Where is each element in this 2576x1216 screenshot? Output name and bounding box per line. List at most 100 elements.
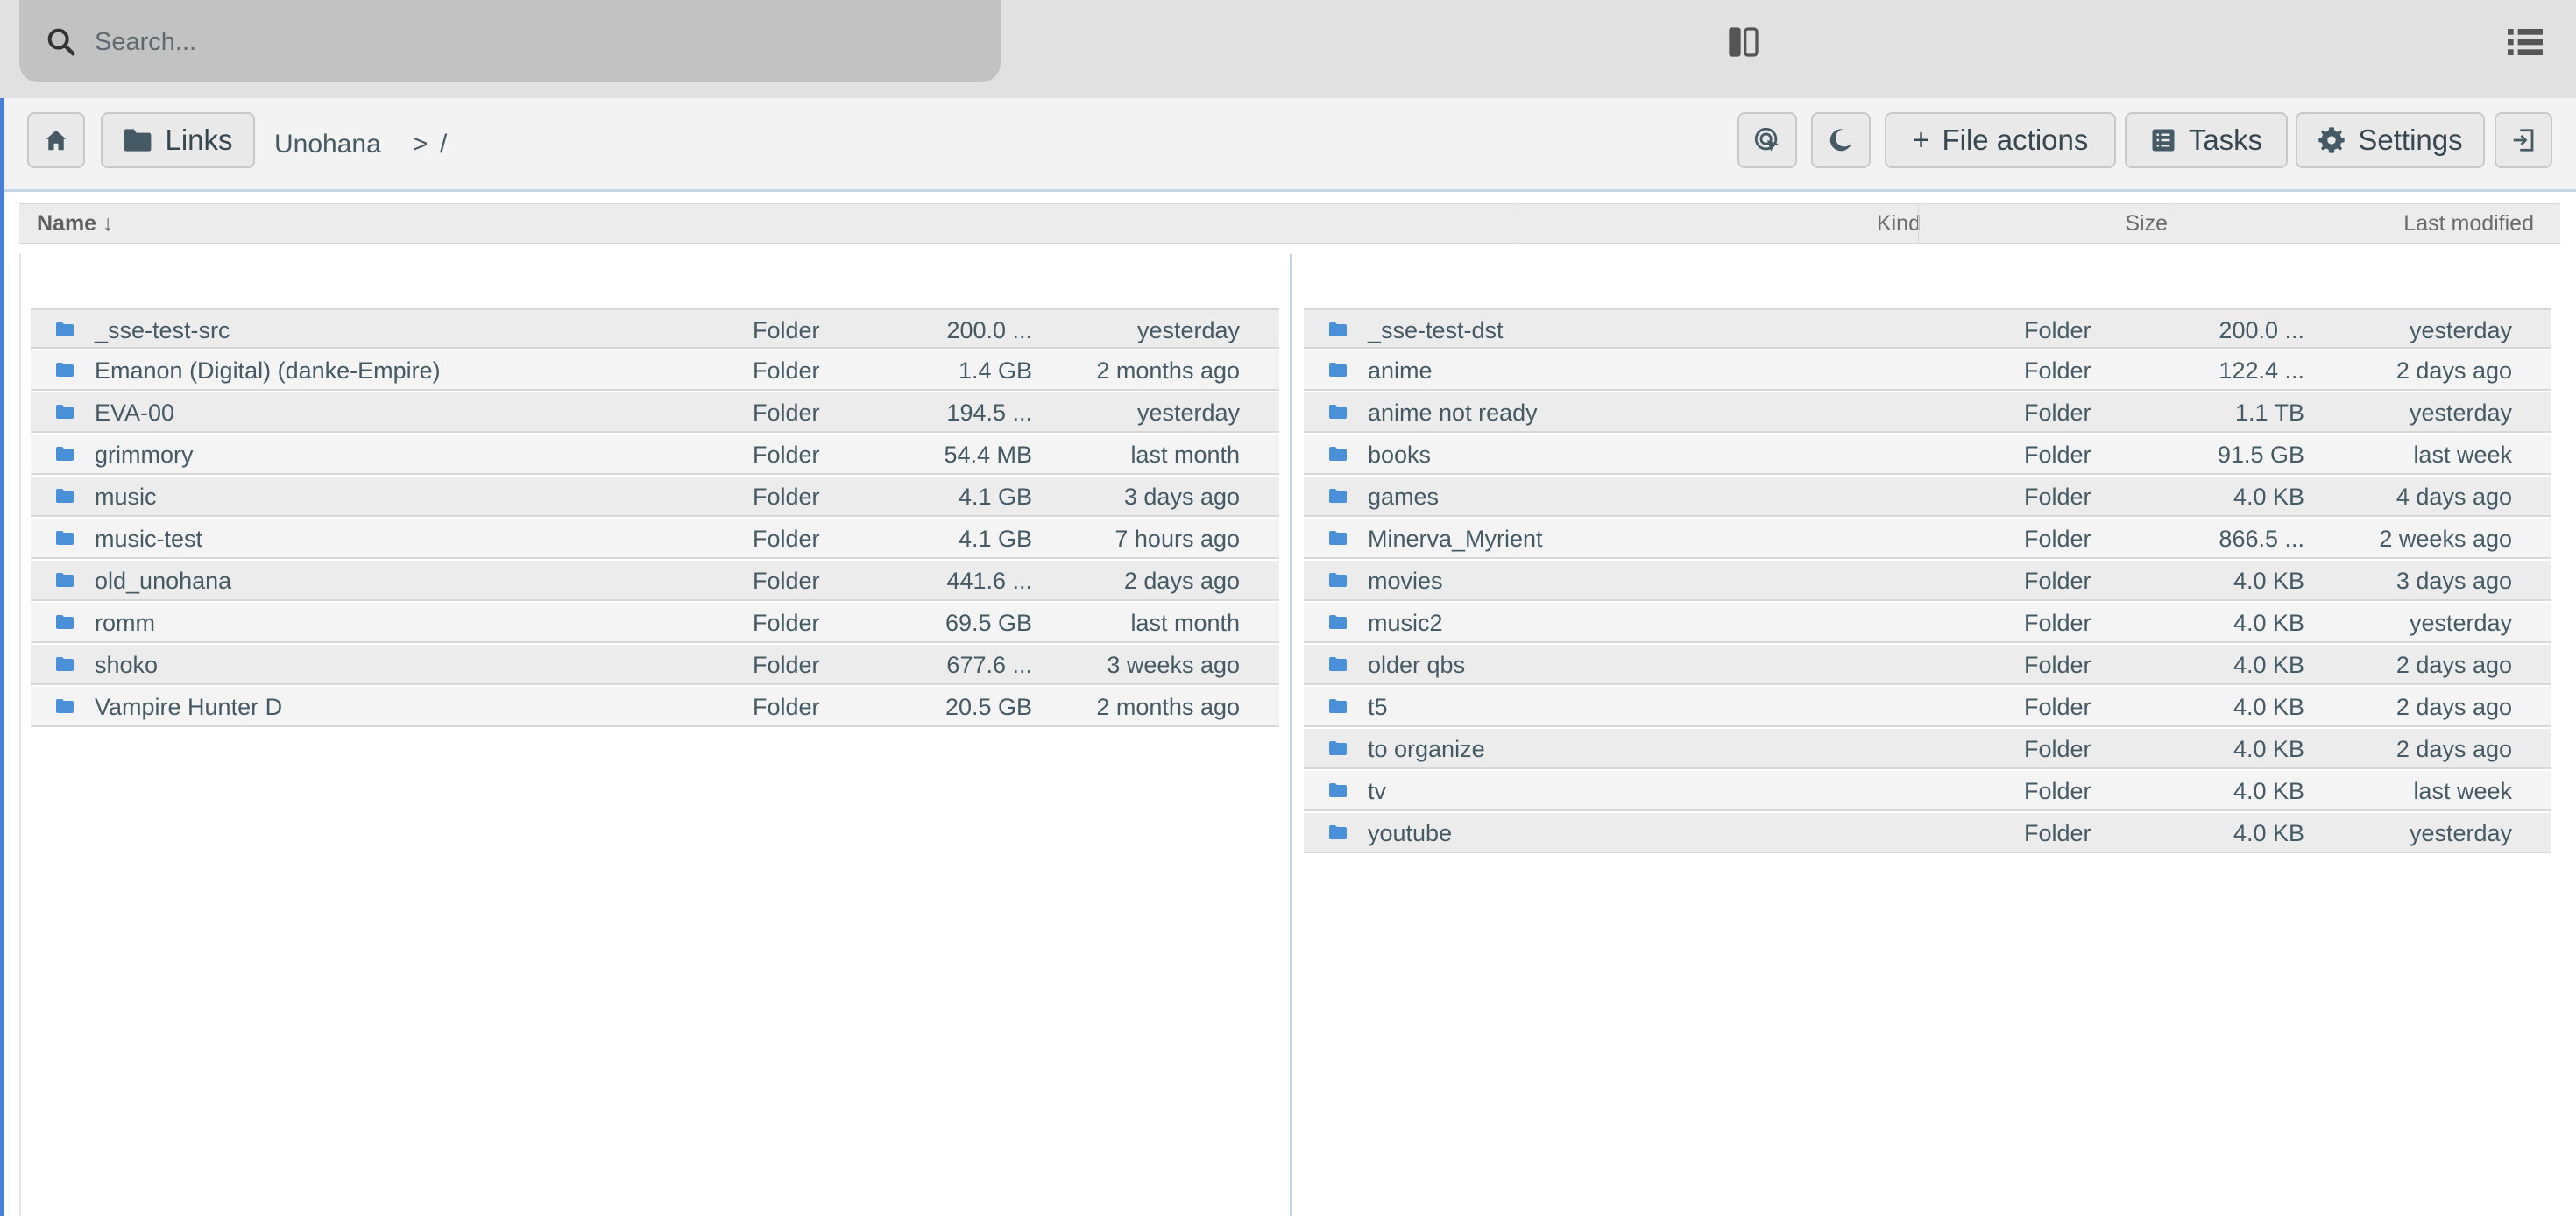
file-row[interactable]: older qbs Folder 4.0 KB 2 days ago (1304, 645, 2551, 685)
file-size: 4.0 KB (2233, 736, 2304, 762)
file-kind: Folder (753, 694, 820, 720)
file-size: 4.1 GB (958, 526, 1032, 552)
file-name: _sse-test-dst (1368, 317, 1504, 343)
sort-arrow-icon: ↓ (103, 211, 114, 236)
folder-icon (56, 531, 74, 545)
search-input[interactable] (93, 18, 973, 67)
file-modified: 2 days ago (2396, 736, 2512, 762)
file-name: tv (1368, 778, 1387, 804)
theme-toggle-button[interactable] (1811, 112, 1871, 168)
file-kind: Folder (2024, 357, 2091, 384)
folder-icon (56, 363, 74, 377)
cursor-click-icon (1754, 127, 1779, 152)
list-view-icon[interactable] (2506, 25, 2544, 60)
file-name: grimmory (95, 442, 194, 468)
file-size: 200.0 ... (946, 317, 1032, 343)
file-row[interactable]: grimmory Folder 54.4 MB last month (31, 435, 1279, 475)
file-kind: Folder (2024, 778, 2091, 804)
plus-icon: + (1912, 124, 1930, 157)
breadcrumb-root[interactable]: Unohana (274, 130, 381, 159)
column-header-name[interactable]: Name ↓ (37, 204, 114, 243)
file-size: 4.0 KB (2233, 778, 2304, 804)
file-row[interactable]: _sse-test-src Folder 200.0 ... yesterday (31, 308, 1279, 349)
file-size: 866.5 ... (2219, 526, 2304, 552)
file-row[interactable]: youtube Folder 4.0 KB yesterday (1304, 813, 2551, 853)
gear-icon (2318, 127, 2346, 153)
logout-button[interactable] (2495, 112, 2552, 168)
file-size: 677.6 ... (946, 652, 1032, 678)
folder-icon (56, 573, 74, 587)
folder-icon (56, 405, 74, 419)
file-row[interactable]: old_unohana Folder 441.6 ... 2 days ago (31, 561, 1279, 601)
folder-icon (56, 447, 74, 461)
file-name: old_unohana (95, 568, 232, 594)
file-row[interactable]: books Folder 91.5 GB last week (1304, 435, 2551, 475)
file-row[interactable]: shoko Folder 677.6 ... 3 weeks ago (31, 645, 1279, 685)
file-modified: 2 months ago (1096, 694, 1240, 720)
file-size: 1.4 GB (958, 357, 1032, 384)
file-row[interactable]: t5 Folder 4.0 KB 2 days ago (1304, 687, 2551, 727)
split-view-icon[interactable] (1726, 25, 1761, 60)
file-size: 4.0 KB (2233, 652, 2304, 678)
file-modified: yesterday (2409, 820, 2512, 846)
column-header-modified[interactable]: Last modified (2403, 204, 2534, 243)
links-label: Links (165, 124, 233, 156)
file-row[interactable]: EVA-00 Folder 194.5 ... yesterday (31, 392, 1279, 433)
task-list-icon (2152, 129, 2175, 152)
file-row[interactable]: games Folder 4.0 KB 4 days ago (1304, 477, 2551, 517)
breadcrumb-path[interactable]: / (440, 130, 447, 159)
file-row[interactable]: anime not ready Folder 1.1 TB yesterday (1304, 392, 2551, 433)
links-button[interactable]: Links (101, 112, 255, 168)
file-row[interactable]: music2 Folder 4.0 KB yesterday (1304, 603, 2551, 643)
folder-icon (1329, 489, 1347, 503)
folder-icon (1329, 699, 1347, 713)
search-bar[interactable] (19, 0, 1001, 82)
file-size: 4.0 KB (2233, 610, 2304, 636)
file-row[interactable]: Vampire Hunter D Folder 20.5 GB 2 months ag… (31, 687, 1279, 727)
file-row[interactable]: romm Folder 69.5 GB last month (31, 603, 1279, 643)
moon-icon (1829, 129, 1852, 152)
file-name: older qbs (1368, 652, 1466, 678)
column-header-size[interactable]: Size (2125, 204, 2168, 243)
pane-divider[interactable] (1290, 254, 1292, 1216)
file-actions-label: File actions (1942, 124, 2089, 156)
file-row[interactable]: Emanon (Digital) (danke-Empire) Folder 1.4… (31, 350, 1279, 391)
file-row[interactable]: anime Folder 122.4 ... 2 days ago (1304, 350, 2551, 391)
file-size: 1.1 TB (2234, 399, 2304, 426)
file-row[interactable]: movies Folder 4.0 KB 3 days ago (1304, 561, 2551, 601)
folder-icon (1329, 825, 1347, 839)
file-modified: 4 days ago (2396, 484, 2512, 510)
file-actions-button[interactable]: + File actions (1885, 112, 2116, 168)
file-size: 194.5 ... (946, 399, 1032, 426)
file-name: romm (95, 610, 155, 636)
file-row[interactable]: _sse-test-dst Folder 200.0 ... yesterday (1304, 308, 2551, 349)
file-row[interactable]: music Folder 4.1 GB 3 days ago (31, 477, 1279, 517)
folder-icon (1329, 405, 1347, 419)
folder-icon (1329, 783, 1347, 797)
file-modified: 2 days ago (2396, 694, 2512, 720)
folder-icon (1329, 447, 1347, 461)
file-kind: Folder (2024, 568, 2091, 594)
file-kind: Folder (2024, 399, 2091, 426)
file-modified: last week (2413, 442, 2512, 468)
file-kind: Folder (2024, 652, 2091, 678)
column-header-kind[interactable]: Kind (1877, 204, 1921, 243)
file-name: anime not ready (1368, 399, 1538, 426)
search-icon (47, 28, 75, 56)
file-row[interactable]: tv Folder 4.0 KB last week (1304, 771, 2551, 811)
file-kind: Folder (2024, 526, 2091, 552)
file-size: 91.5 GB (2217, 442, 2304, 468)
folder-icon (56, 657, 74, 671)
file-name: youtube (1368, 820, 1453, 846)
settings-button[interactable]: Settings (2296, 112, 2485, 168)
home-button[interactable] (27, 112, 85, 168)
tasks-button[interactable]: Tasks (2125, 112, 2288, 168)
file-row[interactable]: to organize Folder 4.0 KB 2 days ago (1304, 729, 2551, 769)
file-row[interactable]: Minerva_Myrient Folder 866.5 ... 2 weeks ag… (1304, 519, 2551, 559)
file-name: _sse-test-src (95, 317, 230, 343)
file-size: 4.1 GB (958, 484, 1032, 510)
file-row[interactable]: music-test Folder 4.1 GB 7 hours ago (31, 519, 1279, 559)
select-mode-button[interactable] (1737, 112, 1797, 168)
file-name: to organize (1368, 736, 1485, 762)
file-name: Emanon (Digital) (danke-Empire) (95, 357, 441, 384)
